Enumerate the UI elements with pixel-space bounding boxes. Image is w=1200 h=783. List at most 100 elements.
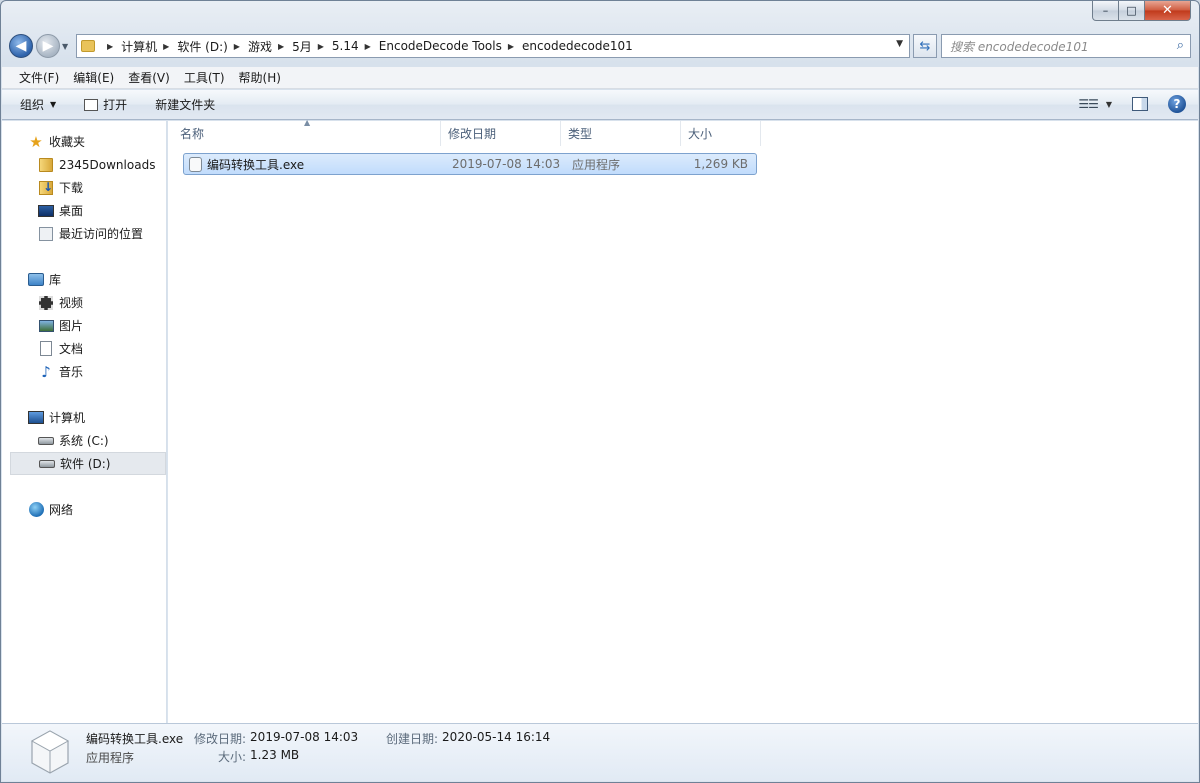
details-file-name: 编码转换工具.exe bbox=[86, 732, 184, 746]
details-modified: 修改日期: 2019-07-08 14:03 bbox=[194, 730, 358, 747]
search-input[interactable]: 搜索 encodedecode101 ⌕ bbox=[941, 34, 1191, 58]
breadcrumb-item[interactable]: 5.14 bbox=[332, 39, 359, 53]
organize-button[interactable]: 组织 ▼ bbox=[20, 96, 56, 113]
menu-file[interactable]: 文件(F) bbox=[12, 69, 66, 86]
new-folder-button[interactable]: 新建文件夹 bbox=[155, 96, 215, 113]
help-icon[interactable]: ? bbox=[1168, 95, 1186, 113]
sidebar-group-libraries[interactable]: 库 bbox=[2, 268, 166, 291]
recent-pages-dropdown-icon[interactable]: ▼ bbox=[62, 42, 72, 51]
breadcrumb-item[interactable]: 5月 bbox=[292, 38, 312, 55]
sidebar-item-downloads[interactable]: 下载 bbox=[2, 176, 166, 199]
breadcrumb-item[interactable]: 游戏 bbox=[248, 38, 272, 55]
sidebar-item-videos[interactable]: 视频 bbox=[2, 291, 166, 314]
preview-pane-icon[interactable] bbox=[1132, 97, 1148, 111]
sidebar-label: 图片 bbox=[59, 319, 84, 333]
chevron-right-icon[interactable]: ▶ bbox=[234, 42, 240, 51]
sidebar-label: 库 bbox=[49, 273, 62, 287]
details-modified-value: 2019-07-08 14:03 bbox=[250, 730, 359, 744]
downloads-icon bbox=[39, 180, 53, 195]
sort-ascending-icon: ▲ bbox=[304, 118, 311, 127]
menu-view[interactable]: 查看(V) bbox=[121, 69, 177, 86]
file-type: 应用程序 bbox=[572, 157, 621, 172]
maximize-button[interactable]: □ bbox=[1119, 1, 1145, 21]
sidebar-item-music[interactable]: ♪ 音乐 bbox=[2, 360, 166, 383]
chevron-right-icon[interactable]: ▶ bbox=[278, 42, 284, 51]
breadcrumb-item[interactable]: EncodeDecode Tools bbox=[379, 39, 502, 53]
search-icon[interactable]: ⌕ bbox=[1177, 38, 1184, 53]
details-created: 创建日期: 2020-05-14 16:14 bbox=[386, 730, 550, 747]
back-button[interactable]: ◀ bbox=[9, 34, 33, 58]
sidebar-label: 软件 (D:) bbox=[60, 457, 111, 471]
star-icon: ★ bbox=[29, 132, 43, 151]
video-icon bbox=[39, 295, 53, 310]
sidebar-item-2345downloads[interactable]: 2345Downloads bbox=[2, 153, 166, 176]
address-dropdown-icon[interactable]: ▼ bbox=[896, 39, 903, 49]
file-row[interactable]: 编码转换工具.exe 2019-07-08 14:03 应用程序 1,269 K… bbox=[183, 153, 757, 175]
details-created-value: 2020-05-14 16:14 bbox=[442, 730, 551, 744]
column-header-label: 名称 bbox=[180, 127, 205, 141]
caption-buttons: – □ ✕ bbox=[1092, 1, 1191, 22]
open-label: 打开 bbox=[103, 98, 128, 112]
music-icon: ♪ bbox=[41, 362, 51, 381]
sidebar-group-network[interactable]: 网络 bbox=[2, 498, 166, 521]
view-dropdown-icon[interactable]: ▼ bbox=[1106, 100, 1112, 109]
open-button[interactable]: 打开 bbox=[84, 96, 127, 113]
forward-button[interactable]: ▶ bbox=[36, 34, 60, 58]
file-size: 1,269 KB bbox=[693, 157, 748, 171]
column-header-label: 大小 bbox=[688, 127, 713, 141]
command-bar: 组织 ▼ 打开 新建文件夹 ☰☰ ▼ ? bbox=[2, 90, 1198, 120]
view-details-icon[interactable]: ☰☰ bbox=[1078, 97, 1098, 111]
vertical-scrollbar[interactable] bbox=[1187, 121, 1198, 723]
column-header-modified[interactable]: 修改日期 bbox=[441, 121, 561, 146]
picture-icon bbox=[38, 319, 54, 332]
menu-tools[interactable]: 工具(T) bbox=[177, 69, 232, 86]
sidebar-label: 下载 bbox=[59, 181, 84, 195]
application-icon bbox=[30, 730, 70, 774]
sidebar-label: 2345Downloads bbox=[59, 157, 156, 172]
breadcrumb-item[interactable]: encodedecode101 bbox=[522, 39, 633, 53]
close-button[interactable]: ✕ bbox=[1145, 1, 1191, 21]
sidebar-label: 收藏夹 bbox=[49, 135, 86, 149]
details-pane: 编码转换工具.exe 应用程序 修改日期: 2019-07-08 14:03 创… bbox=[2, 723, 1198, 781]
minimize-button[interactable]: – bbox=[1092, 1, 1119, 21]
recent-places-icon bbox=[39, 226, 53, 241]
menu-bar: 文件(F) 编辑(E) 查看(V) 工具(T) 帮助(H) bbox=[2, 67, 1198, 89]
column-header-row: ▲ 名称 修改日期 类型 大小 bbox=[168, 118, 761, 146]
system-drive-icon bbox=[38, 436, 54, 445]
details-modified-label: 修改日期: bbox=[194, 732, 247, 746]
menu-help[interactable]: 帮助(H) bbox=[232, 69, 288, 86]
sidebar-item-drive-d[interactable]: 软件 (D:) bbox=[10, 452, 166, 475]
chevron-right-icon[interactable]: ▶ bbox=[508, 42, 514, 51]
breadcrumb: ▶ 计算机 ▶ 软件 (D:) ▶ 游戏 ▶ 5月 ▶ 5.14 ▶ Encod… bbox=[101, 38, 633, 55]
chevron-right-icon[interactable]: ▶ bbox=[107, 42, 113, 51]
column-header-type[interactable]: 类型 bbox=[561, 121, 681, 146]
sidebar-item-documents[interactable]: 文档 bbox=[2, 337, 166, 360]
folder-icon bbox=[39, 157, 53, 172]
chevron-right-icon[interactable]: ▶ bbox=[318, 42, 324, 51]
navigation-bar: ◀ ▶ ▼ ▶ 计算机 ▶ 软件 (D:) ▶ 游戏 ▶ 5月 ▶ 5.14 ▶… bbox=[9, 32, 1191, 60]
organize-label: 组织 bbox=[20, 98, 45, 112]
sidebar-item-pictures[interactable]: 图片 bbox=[2, 314, 166, 337]
sidebar-group-favorites[interactable]: ★ 收藏夹 bbox=[2, 130, 166, 153]
breadcrumb-item[interactable]: 软件 (D:) bbox=[177, 38, 227, 55]
address-bar[interactable]: ▶ 计算机 ▶ 软件 (D:) ▶ 游戏 ▶ 5月 ▶ 5.14 ▶ Encod… bbox=[76, 34, 910, 58]
sidebar-item-desktop[interactable]: 桌面 bbox=[2, 199, 166, 222]
executable-icon bbox=[189, 156, 202, 172]
chevron-right-icon[interactable]: ▶ bbox=[365, 42, 371, 51]
sidebar-label: 音乐 bbox=[59, 365, 84, 379]
library-icon bbox=[28, 273, 44, 286]
document-icon bbox=[40, 341, 52, 356]
chevron-right-icon[interactable]: ▶ bbox=[163, 42, 169, 51]
sidebar-group-computer[interactable]: 计算机 bbox=[2, 406, 166, 429]
column-header-name[interactable]: ▲ 名称 bbox=[168, 118, 441, 146]
menu-edit[interactable]: 编辑(E) bbox=[66, 69, 121, 86]
refresh-button[interactable]: ⇆ bbox=[913, 34, 937, 58]
new-folder-label: 新建文件夹 bbox=[155, 98, 216, 112]
sidebar-label: 系统 (C:) bbox=[59, 434, 109, 448]
column-header-size[interactable]: 大小 bbox=[681, 121, 761, 146]
sidebar-item-recent-places[interactable]: 最近访问的位置 bbox=[2, 222, 166, 245]
breadcrumb-item[interactable]: 计算机 bbox=[121, 38, 157, 55]
network-icon bbox=[28, 502, 44, 517]
sidebar-item-drive-c[interactable]: 系统 (C:) bbox=[2, 429, 166, 452]
view-controls: ☰☰ ▼ ? bbox=[1078, 95, 1186, 113]
